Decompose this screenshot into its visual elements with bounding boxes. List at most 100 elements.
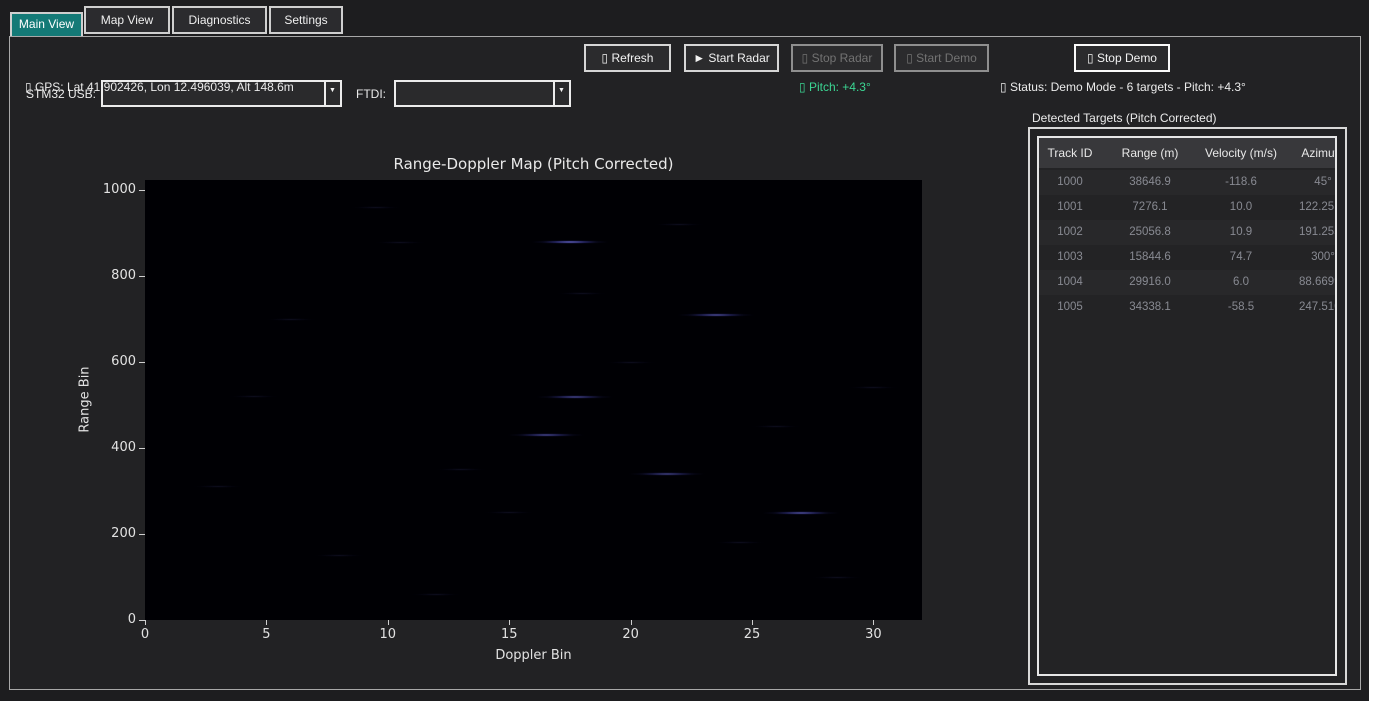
targets-table-header: Track IDRange (m)Velocity (m/s)Azimuth [1039,138,1337,168]
x-tick [266,620,267,625]
start-demo-button[interactable]: ▯ Start Demo [894,44,989,72]
doppler-return-streak [847,386,899,389]
stop-demo-button[interactable]: ▯ Stop Demo [1074,44,1170,72]
doppler-return-streak [556,292,608,295]
x-tick [873,620,874,625]
doppler-return-streak [762,511,840,515]
x-tick [631,620,632,625]
column-header[interactable]: Velocity (m/s) [1199,138,1283,168]
cell-track_id: 1005 [1039,295,1101,320]
y-tick [139,190,145,191]
doppler-return-streak [536,395,614,399]
cell-velocity: -58.5 [1199,295,1283,320]
doppler-return-streak [192,485,244,488]
cell-track_id: 1004 [1039,270,1101,295]
gps-status-text: ▯ GPS: Lat 41.902426, Lon 12.496039, Alt… [25,80,294,94]
y-tick-label: 800 [91,268,136,283]
cell-range_m: 29916.0 [1101,270,1199,295]
tab-map-view[interactable]: Map View [84,6,170,34]
column-header[interactable]: Track ID [1039,138,1101,168]
x-tick [145,620,146,625]
ftdi-combobox[interactable] [394,80,571,107]
doppler-return-streak [531,240,609,244]
x-axis-label: Doppler Bin [145,648,922,663]
start-radar-button[interactable]: ► Start Radar [684,44,779,72]
y-tick-label: 0 [91,612,136,627]
cell-range_m: 7276.1 [1101,195,1199,220]
y-tick [139,620,145,621]
chevron-down-icon[interactable] [324,82,340,105]
column-header[interactable]: Range (m) [1101,138,1199,168]
stop-radar-button[interactable]: ▯ Stop Radar [791,44,883,72]
x-tick-label: 30 [853,627,893,642]
cell-azimuth: 247.5104 [1283,295,1337,320]
doppler-return-streak [677,313,755,317]
doppler-return-streak [265,318,317,321]
y-tick-label: 400 [91,440,136,455]
cell-range_m: 38646.9 [1101,170,1199,195]
column-header[interactable]: Azimuth [1283,138,1337,168]
table-row[interactable]: 100534338.1-58.5247.5104 [1039,295,1337,320]
y-tick [139,534,145,535]
chart-title: Range-Doppler Map (Pitch Corrected) [145,155,922,173]
y-tick-label: 200 [91,526,136,541]
cell-range_m: 34338.1 [1101,295,1199,320]
pitch-indicator-text: ▯ Pitch: +4.3° [799,80,871,94]
doppler-return-streak [410,593,462,596]
refresh-button[interactable]: ▯ Refresh [584,44,671,72]
y-tick [139,362,145,363]
table-row[interactable]: 100315844.674.7300° [1039,245,1337,270]
doppler-return-streak [483,511,535,514]
table-row[interactable]: 100429916.06.088.66998 [1039,270,1337,295]
table-row[interactable]: 100038646.9-118.645° [1039,170,1337,195]
doppler-return-streak [507,433,585,437]
cell-azimuth: 122.2510 [1283,195,1337,220]
app-window: Main ViewMap ViewDiagnosticsSettings STM… [0,0,1369,701]
table-row[interactable]: 10017276.110.0122.2510 [1039,195,1337,220]
doppler-return-streak [374,241,426,244]
y-tick [139,276,145,277]
ftdi-label: FTDI: [356,87,386,101]
doppler-return-streak [435,468,487,471]
cell-velocity: 10.0 [1199,195,1283,220]
cell-track_id: 1001 [1039,195,1101,220]
targets-table[interactable]: Track IDRange (m)Velocity (m/s)Azimuth 1… [1037,136,1337,676]
doppler-return-streak [228,395,280,398]
cell-velocity: 10.9 [1199,220,1283,245]
x-tick-label: 15 [489,627,529,642]
cell-velocity: 74.7 [1199,245,1283,270]
cell-track_id: 1002 [1039,220,1101,245]
x-tick [509,620,510,625]
doppler-return-streak [714,541,766,544]
chevron-down-icon[interactable] [553,82,569,105]
x-tick [388,620,389,625]
x-tick-label: 10 [368,627,408,642]
targets-panel-title: Detected Targets (Pitch Corrected) [1032,111,1217,125]
cell-range_m: 15844.6 [1101,245,1199,270]
doppler-return-streak [605,361,657,364]
doppler-return-streak [313,554,365,557]
y-axis-label: Range Bin [78,330,93,470]
doppler-return-streak [811,576,863,579]
demo-status-text: ▯ Status: Demo Mode - 6 targets - Pitch:… [1000,80,1246,94]
cell-range_m: 25056.8 [1101,220,1199,245]
x-tick-label: 20 [611,627,651,642]
doppler-return-streak [750,425,802,428]
cell-azimuth: 300° [1283,245,1337,270]
cell-velocity: -118.6 [1199,170,1283,195]
cell-velocity: 6.0 [1199,270,1283,295]
doppler-return-streak [350,206,402,209]
cell-azimuth: 88.66998 [1283,270,1337,295]
cell-track_id: 1003 [1039,245,1101,270]
y-tick-label: 1000 [91,182,136,197]
x-tick-label: 0 [125,627,165,642]
doppler-return-streak [628,472,706,476]
tab-diagnostics[interactable]: Diagnostics [172,6,267,34]
tab-main-view[interactable]: Main View [10,12,83,37]
range-doppler-plot [145,180,922,620]
x-tick [752,620,753,625]
table-row[interactable]: 100225056.810.9191.2552 [1039,220,1337,245]
cell-azimuth: 45° [1283,170,1337,195]
x-tick-label: 25 [732,627,772,642]
tab-settings[interactable]: Settings [269,6,343,34]
